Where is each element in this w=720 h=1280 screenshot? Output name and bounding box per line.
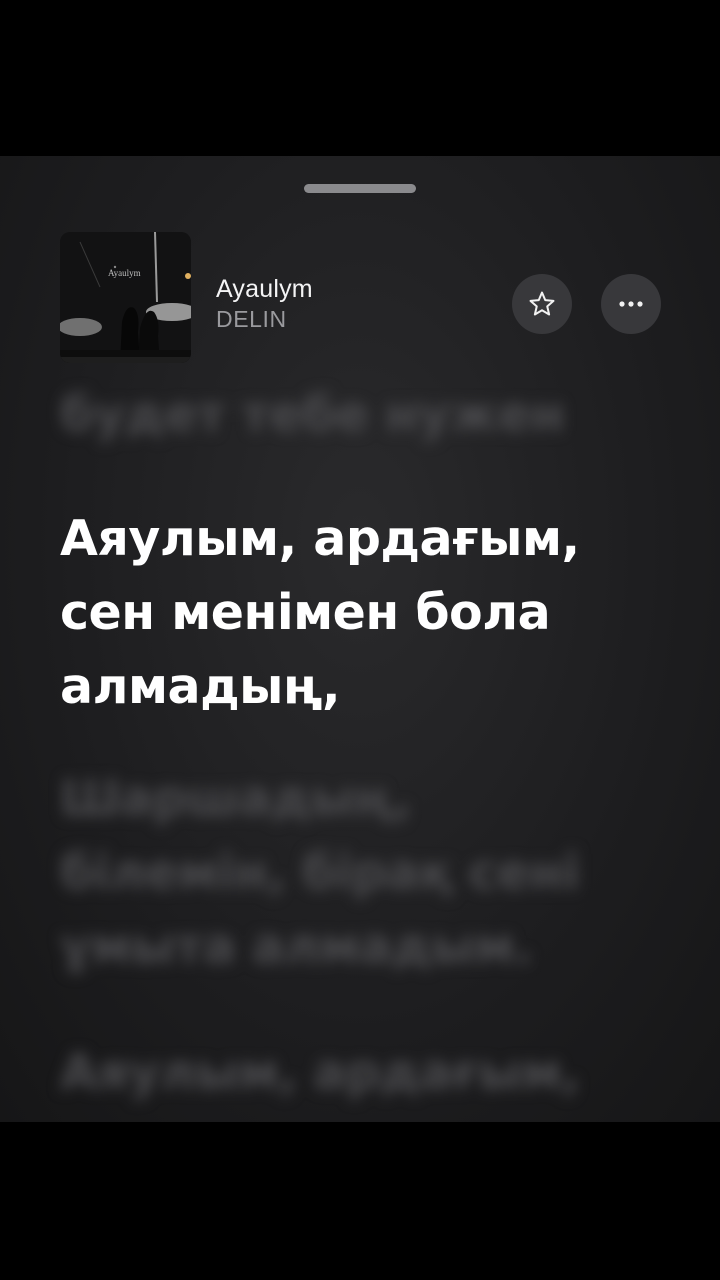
lyric-line: Аяулым, ардағым, bbox=[60, 510, 580, 567]
lyric-active[interactable]: Аяулым, ардағым, сен менімен бола алмады… bbox=[60, 502, 680, 724]
lyric-line: Шаршадың, bbox=[60, 770, 412, 827]
favorite-button[interactable] bbox=[512, 274, 572, 334]
lyric-line: сен менімен бола bbox=[60, 584, 551, 641]
song-title: Ayaulym bbox=[216, 275, 313, 303]
screen: Ayaulym Ayaulym DELIN будет тебе нужен А… bbox=[0, 0, 720, 1280]
more-button[interactable] bbox=[601, 274, 661, 334]
song-artist: DELIN bbox=[216, 306, 287, 332]
lyric-line: алмадың, bbox=[60, 658, 341, 715]
lyric-after[interactable]: Аяулым, ардағым, bbox=[60, 1036, 680, 1110]
lyrics-sheet: Ayaulym Ayaulym DELIN будет тебе нужен А… bbox=[0, 156, 720, 1122]
artwork-text: Ayaulym bbox=[108, 268, 141, 278]
album-artwork[interactable]: Ayaulym bbox=[60, 232, 191, 363]
lyric-line: білемін, бірақ сені bbox=[60, 844, 580, 901]
lyric-line: Аяулым, ардағым, bbox=[60, 1044, 580, 1101]
ellipsis-icon bbox=[619, 301, 643, 307]
lyric-line: ұмыта алмадым. bbox=[60, 918, 533, 975]
lyric-line: будет тебе нужен bbox=[60, 386, 565, 443]
lyric-previous[interactable]: будет тебе нужен bbox=[60, 378, 680, 452]
sheet-grabber[interactable] bbox=[304, 184, 416, 193]
song-info[interactable]: Ayaulym DELIN bbox=[216, 274, 313, 334]
star-icon bbox=[529, 291, 555, 316]
lyric-next[interactable]: Шаршадың, білемін, бірақ сені ұмыта алма… bbox=[60, 762, 680, 984]
artwork-image: Ayaulym bbox=[60, 232, 191, 363]
